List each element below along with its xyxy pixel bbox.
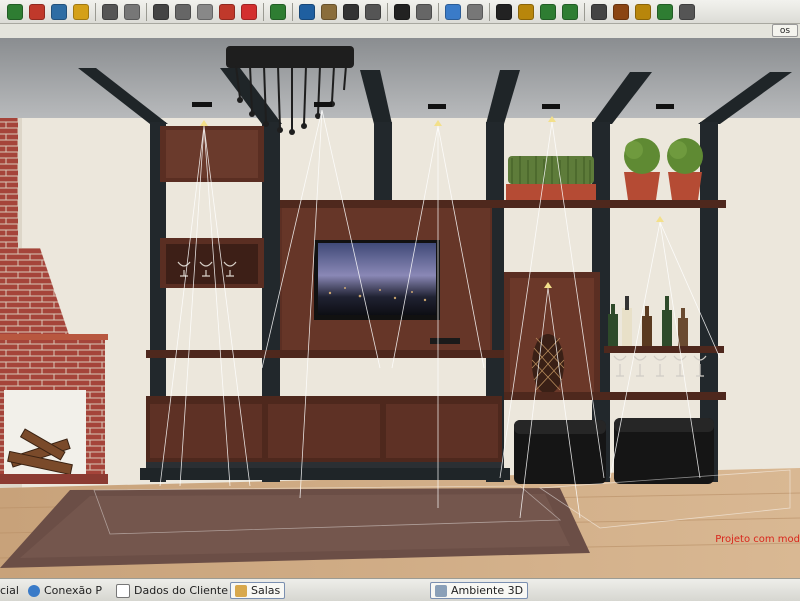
3d-icon [435,584,447,597]
project-watermark: Projeto com mod [715,534,800,545]
toolbar-separator [292,2,293,21]
console [146,396,502,468]
tab-mini[interactable]: os [772,24,798,37]
settings-icon[interactable] [679,3,695,20]
back-arrow-icon[interactable] [540,3,556,20]
layers-icon[interactable] [299,3,315,20]
window-icon[interactable] [591,3,607,20]
ceiling [0,38,800,120]
rectangle-icon[interactable] [343,3,359,20]
plinth [140,468,510,480]
price-icon[interactable] [270,3,286,20]
document-icon [116,583,130,598]
box-icon[interactable] [613,3,629,20]
eye-icon[interactable] [496,3,512,20]
room-icon [235,584,247,597]
paint-icon[interactable] [635,3,651,20]
woven-lamp [531,334,565,394]
paint-bucket-icon[interactable] [51,3,67,20]
tv-base [430,338,460,344]
tab-conexao[interactable]: Conexão P [28,582,102,599]
ottomans [514,418,714,484]
connection-icon [28,584,40,597]
toolbar-separator [489,2,490,21]
camera-icon[interactable] [657,3,673,20]
mid-shelf-left [146,350,504,358]
toolbar-separator [95,2,96,21]
bottom-tab-bar: cial Conexão P Dados do Cliente Salas Am… [0,578,800,601]
component-icon[interactable] [73,3,89,20]
delete-icon[interactable] [241,3,257,20]
group-icon[interactable] [321,3,337,20]
tab-ambiente-3d[interactable]: Ambiente 3D [430,582,529,599]
cut-icon[interactable] [153,3,169,20]
cube-icon[interactable] [445,3,461,20]
top-shelf [280,200,726,208]
tree-icon[interactable] [7,3,23,20]
toolbar-separator [387,2,388,21]
forward-arrow-icon[interactable] [562,3,578,20]
materials-icon[interactable] [518,3,534,20]
mid-shelf-right [604,346,724,353]
undo-icon[interactable] [102,3,118,20]
main-toolbar [0,0,800,24]
copy-icon[interactable] [175,3,191,20]
3d-viewport[interactable]: Projeto com mod [0,38,800,578]
orbit-icon[interactable] [467,3,483,20]
tab-salas[interactable]: Salas [230,582,286,599]
eraser-icon[interactable] [219,3,235,20]
tab-comercial[interactable]: cial [0,582,19,599]
tab-dados-cliente[interactable]: Dados do Cliente [116,582,228,599]
tab-strip: os [0,24,800,39]
paste-icon[interactable] [197,3,213,20]
toolbar-separator [146,2,147,21]
redo-icon[interactable] [124,3,140,20]
toolbar-separator [263,2,264,21]
room-render [0,38,800,578]
toolbar-separator [584,2,585,21]
text-icon[interactable] [365,3,381,20]
measure-icon[interactable] [416,3,432,20]
right-cabinet [504,272,600,398]
lower-shelf-right [504,392,726,400]
palette-icon[interactable] [29,3,45,20]
toolbar-separator [438,2,439,21]
select-arrow-icon[interactable] [394,3,410,20]
